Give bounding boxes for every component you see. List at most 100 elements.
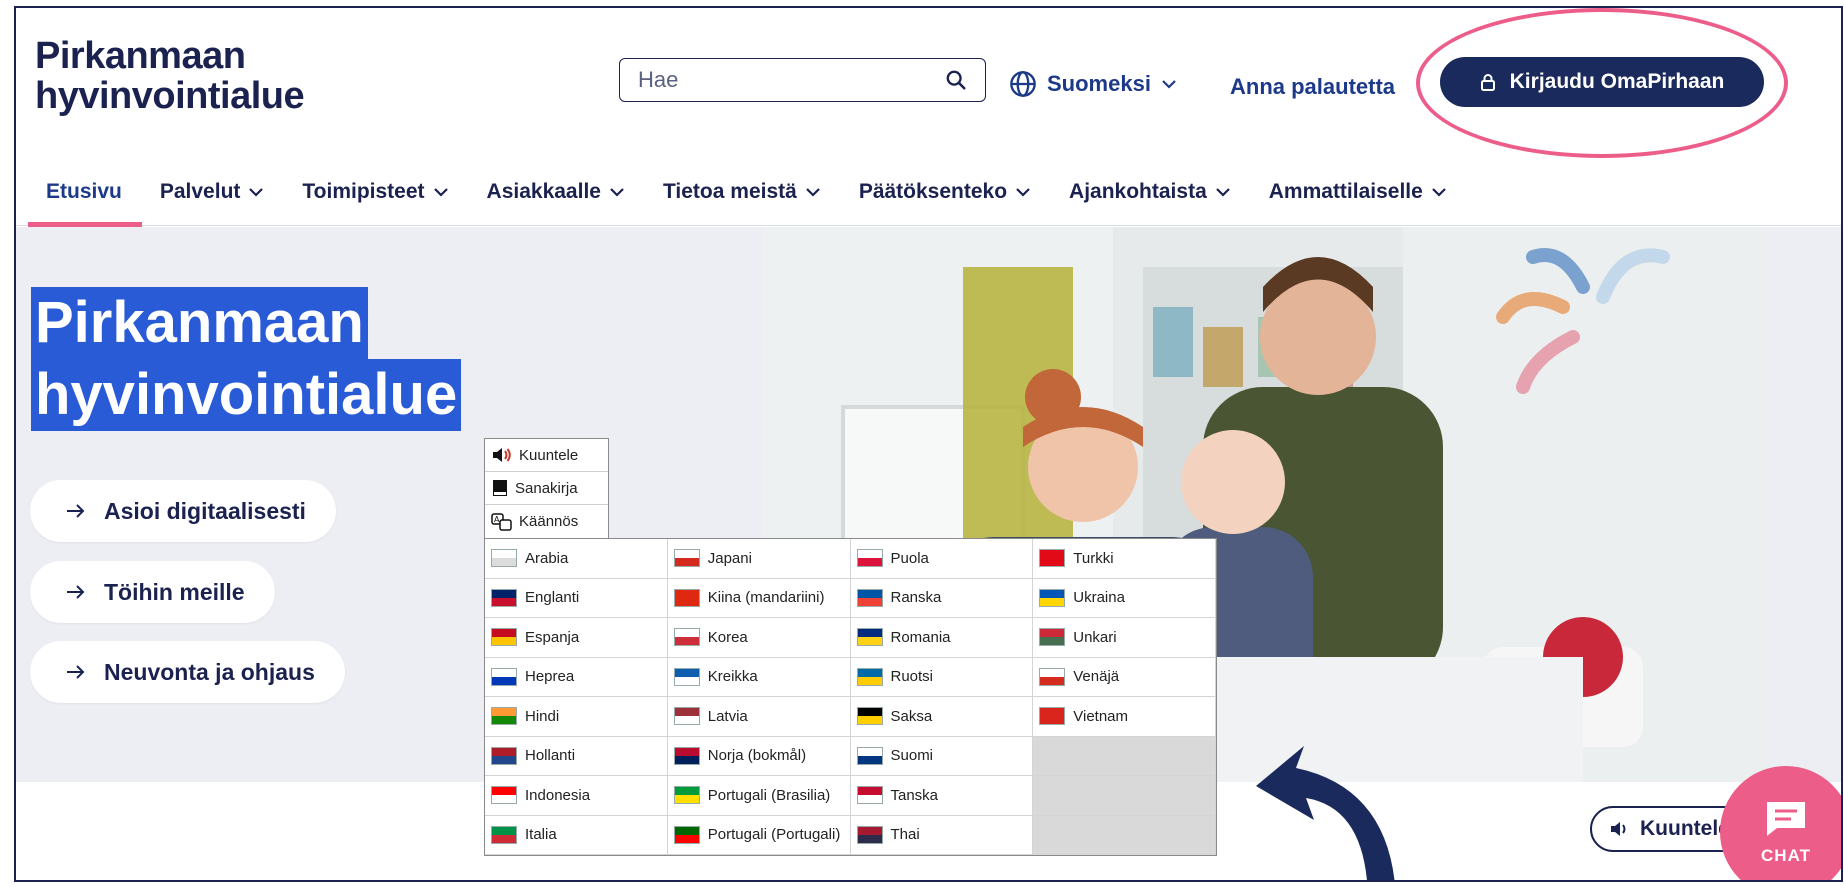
language-option[interactable]: Portugali (Brasilia) <box>667 776 851 816</box>
translate-icon: A <box>491 512 512 531</box>
language-label: Portugali (Brasilia) <box>707 786 831 804</box>
language-option[interactable]: Unkari <box>1033 618 1216 658</box>
search-icon[interactable] <box>945 69 967 91</box>
flag-icon <box>491 628 517 647</box>
flag-icon <box>491 549 517 568</box>
nav-item-paatoksenteko[interactable]: Päätöksenteko <box>859 158 1031 226</box>
nav-label: Ammattilaiselle <box>1268 179 1423 203</box>
chevron-down-icon <box>249 187 264 197</box>
language-label: Heprea <box>525 668 575 686</box>
annotation-arrow-icon <box>1256 746 1395 880</box>
nav-label: Tietoa meistä <box>662 179 797 203</box>
browser-viewport: Pirkanmaan hyvinvointialue Suomeksi Anna… <box>14 6 1843 882</box>
search-input[interactable] <box>638 67 945 93</box>
language-option[interactable]: Heprea <box>485 657 668 697</box>
flag-icon <box>673 707 700 726</box>
flag-icon <box>491 746 517 765</box>
language-option[interactable]: Korea <box>667 618 851 658</box>
nav-label: Ajankohtaista <box>1069 179 1207 203</box>
language-label: Korea <box>707 628 748 646</box>
readspeaker-toolbar: Kuuntele Sanakirja A Käännös <box>484 438 609 539</box>
language-option[interactable]: Arabia <box>485 539 668 579</box>
flag-icon <box>856 549 883 568</box>
language-label: Suomeksi <box>1047 71 1151 96</box>
language-label: Turkki <box>1073 549 1114 567</box>
flag-icon <box>491 667 517 686</box>
flag-icon <box>856 628 883 647</box>
language-empty-cell <box>1033 736 1216 776</box>
language-label: Ruotsi <box>890 668 934 686</box>
globe-icon <box>1010 71 1036 97</box>
language-option[interactable]: Turkki <box>1033 539 1216 579</box>
flag-icon <box>673 825 700 844</box>
logo-line-2: hyvinvointialue <box>35 75 305 117</box>
language-option[interactable]: Hollanti <box>485 736 668 776</box>
language-label: Kiina (mandariini) <box>707 589 825 607</box>
search-box[interactable] <box>619 58 986 102</box>
flag-icon <box>856 746 883 765</box>
language-label: Tanska <box>890 786 939 804</box>
nav-item-toimipisteet[interactable]: Toimipisteet <box>302 158 448 226</box>
nav-item-ammattilaiselle[interactable]: Ammattilaiselle <box>1269 158 1447 226</box>
nav-item-palvelut[interactable]: Palvelut <box>160 158 265 226</box>
language-selector[interactable]: Suomeksi <box>1009 70 1177 98</box>
feedback-link[interactable]: Anna palautetta <box>1230 74 1395 100</box>
pill-toihin-meille[interactable]: Töihin meille <box>30 561 275 623</box>
flag-icon <box>673 667 700 686</box>
language-option[interactable]: Suomi <box>850 736 1034 776</box>
rs-tool-translate[interactable]: A Käännös <box>485 505 608 538</box>
rs-tool-dictionary[interactable]: Sanakirja <box>485 472 608 505</box>
language-empty-cell <box>1033 776 1216 816</box>
language-option[interactable]: Tanska <box>850 776 1034 816</box>
chat-bubble-icon <box>1767 802 1805 836</box>
language-label: Latvia <box>707 707 748 725</box>
language-option[interactable]: Espanja <box>485 618 668 658</box>
language-option[interactable]: Kreikka <box>667 657 851 697</box>
pill-asioi-digitaalisesti[interactable]: Asioi digitaalisesti <box>30 480 336 542</box>
language-option[interactable]: Venäjä <box>1033 657 1216 697</box>
flag-icon <box>856 667 883 686</box>
language-label: Ukraina <box>1073 589 1125 607</box>
language-option[interactable]: Hindi <box>485 697 668 737</box>
language-option[interactable]: Kiina (mandariini) <box>667 578 851 618</box>
nav-item-asiakkaalle[interactable]: Asiakkaalle <box>487 158 625 226</box>
nav-label: Päätöksenteko <box>858 179 1008 203</box>
language-option[interactable]: Norja (bokmål) <box>667 736 851 776</box>
language-option[interactable]: Ranska <box>850 578 1034 618</box>
pill-label: Töihin meille <box>104 578 245 605</box>
flag-icon <box>673 549 700 568</box>
chat-label: CHAT <box>1761 846 1811 865</box>
nav-label: Toimipisteet <box>302 179 425 203</box>
site-logo[interactable]: Pirkanmaan hyvinvointialue <box>35 36 305 117</box>
flag-icon <box>673 786 700 805</box>
language-option[interactable]: Saksa <box>850 697 1034 737</box>
nav-item-ajankohtaista[interactable]: Ajankohtaista <box>1069 158 1231 226</box>
language-label: Puola <box>890 549 929 567</box>
language-option[interactable]: Englanti <box>485 578 668 618</box>
svg-text:A: A <box>494 515 500 524</box>
pill-neuvonta-ja-ohjaus[interactable]: Neuvonta ja ohjaus <box>30 641 345 703</box>
language-option[interactable]: Vietnam <box>1033 697 1216 737</box>
language-option[interactable]: Italia <box>485 815 668 855</box>
language-option[interactable]: Ruotsi <box>850 657 1034 697</box>
language-option[interactable]: Puola <box>850 539 1034 579</box>
language-option[interactable]: Thai <box>850 815 1034 855</box>
language-option[interactable]: Indonesia <box>485 776 668 816</box>
language-label: Arabia <box>525 549 569 567</box>
language-label: Hindi <box>525 707 560 725</box>
language-empty-cell <box>1033 815 1216 855</box>
login-button[interactable]: Kirjaudu OmaPirhaan <box>1440 57 1764 107</box>
language-option[interactable]: Japani <box>667 539 851 579</box>
language-option[interactable]: Ukraina <box>1033 578 1216 618</box>
rs-tool-label: Käännös <box>519 513 579 530</box>
language-label: Venäjä <box>1073 668 1120 686</box>
nav-item-etusivu[interactable]: Etusivu <box>28 158 142 227</box>
lock-icon <box>1480 74 1495 91</box>
language-option[interactable]: Romania <box>850 618 1034 658</box>
language-option[interactable]: Latvia <box>667 697 851 737</box>
rs-tool-listen[interactable]: Kuuntele <box>485 439 608 472</box>
nav-item-tietoa-meista[interactable]: Tietoa meistä <box>663 158 821 226</box>
language-option[interactable]: Portugali (Portugali) <box>667 815 851 855</box>
flag-icon <box>673 588 700 607</box>
chevron-down-icon <box>1215 187 1230 197</box>
